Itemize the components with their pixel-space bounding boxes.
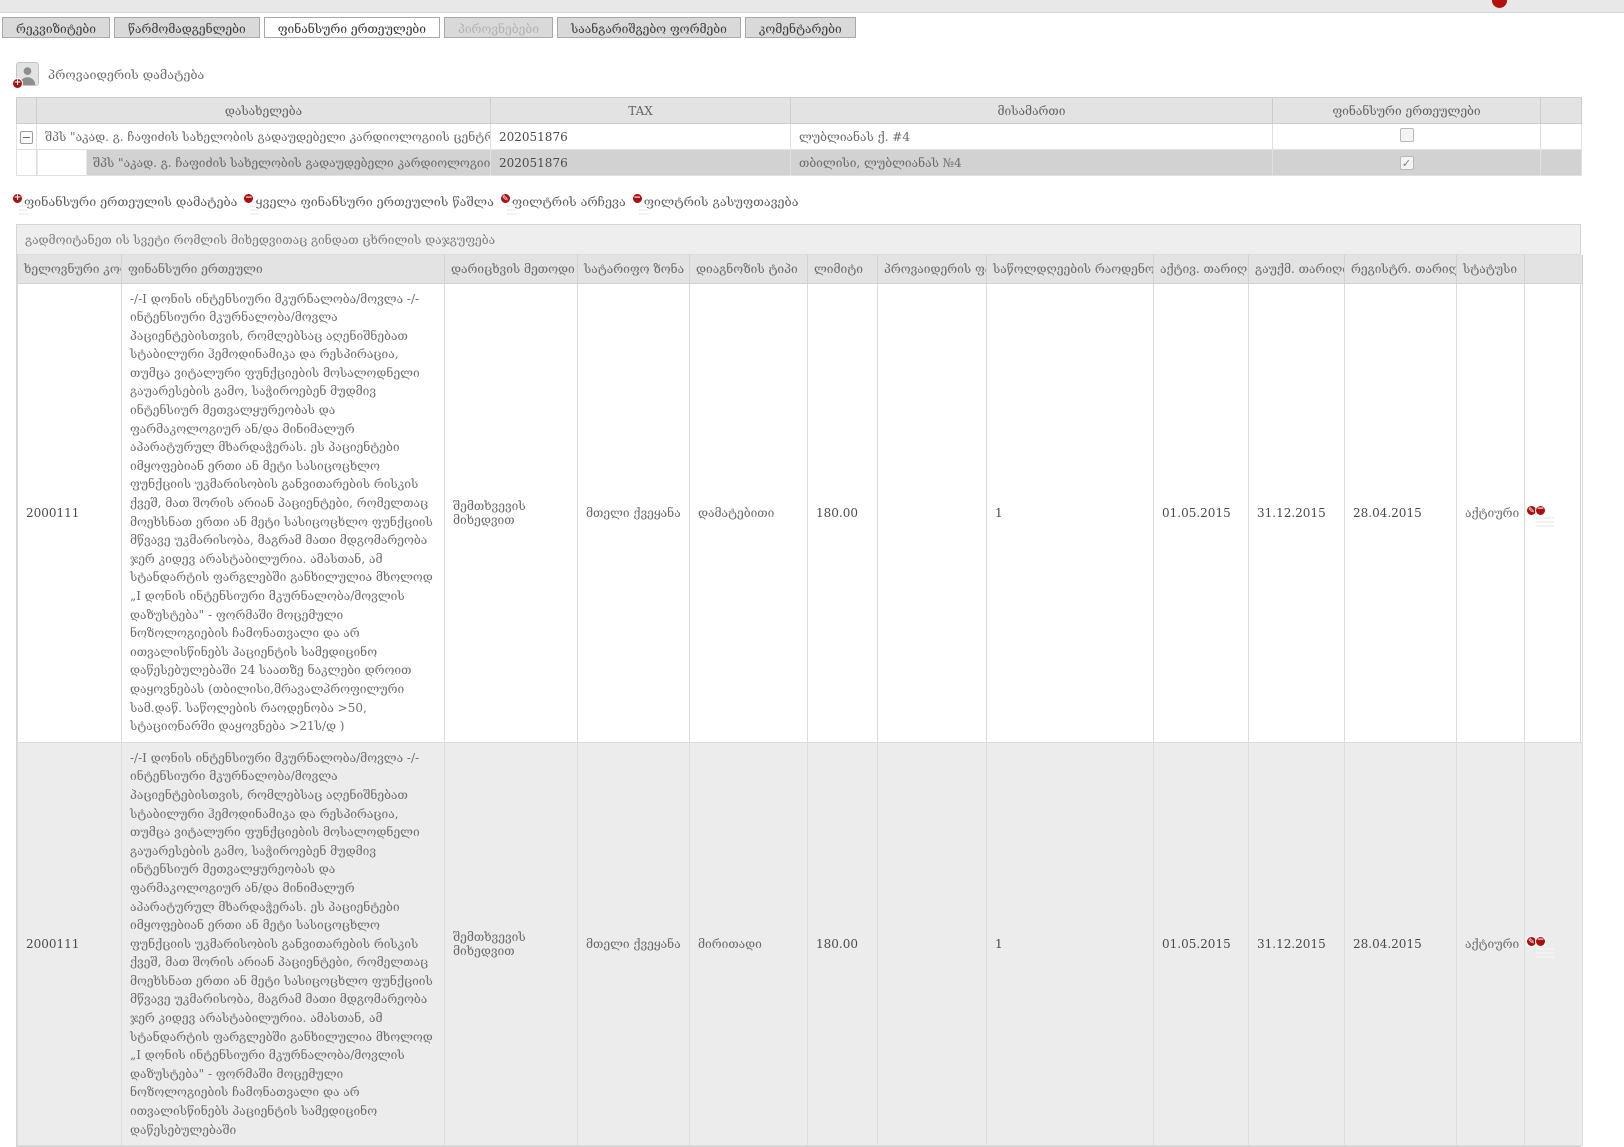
add-provider-button[interactable]: პროვაიდერის დამატება (16, 61, 204, 87)
provider-name: შპს "აკად. გ. ჩაფიძის სახელობის გადაუდებ… (37, 124, 491, 150)
col-financial-unit[interactable]: ფინანსური ერთეული (122, 255, 445, 283)
row-spacer (1541, 150, 1582, 176)
col-name: დასახელება (37, 98, 491, 124)
tab-comments[interactable]: კომენტარები (745, 17, 856, 38)
col-tax: TAX (491, 98, 791, 124)
group-by-hint: გადმოიტანეთ ის სვეტი რომლის მიხედვითაც გ… (17, 225, 1580, 255)
col-address: მისამართი (791, 98, 1273, 124)
col-artificial-code[interactable]: ხელოვნური კოდი (18, 255, 122, 283)
provider-branch-row[interactable]: შპს "აკად. გ. ჩაფიძის სახელობის გადაუდებ… (17, 150, 1582, 176)
provider-tax: 202051876 (491, 124, 791, 150)
col-registration-date[interactable]: რეგისტრ. თარიღი (1345, 255, 1457, 283)
col-limit[interactable]: ლიმიტი (808, 255, 878, 283)
col-diagnosis-type[interactable]: დიაგნოზის ტიპი (690, 255, 808, 283)
financial-unit-row: 2000111 -/-I დონის ინტენსიური მკურნალობა… (18, 742, 1583, 1145)
unit-activation-date: 01.05.2015 (1154, 283, 1249, 742)
financial-units-section: გადმოიტანეთ ის სვეტი რომლის მიხედვითაც გ… (16, 224, 1581, 1147)
unit-bed-days: 1 (987, 283, 1154, 742)
col-provider-price[interactable]: პროვაიდერის ფასი (878, 255, 987, 283)
financial-units-table: ხელოვნური კოდი ფინანსური ერთეული დარიცხვ… (17, 255, 1583, 1146)
provider-address: ლუბლიანას ქ. #4 (791, 124, 1273, 150)
tab-bar: რეკვიზიტები წარმომადგენლები ფინანსური ერ… (0, 13, 1624, 38)
add-financial-unit-button[interactable]: ფინანსური ერთეულის დამატება (16, 194, 237, 209)
unit-method: შემთხვევის მიხედვით (445, 742, 578, 1145)
unit-description: -/-I დონის ინტენსიური მკურნალობა/მოვლა -… (122, 283, 445, 742)
expand-column-header (17, 98, 37, 124)
person-add-icon (16, 62, 39, 86)
unit-description: -/-I დონის ინტენსიური მკურნალობა/მოვლა -… (122, 742, 445, 1145)
col-actions (1525, 255, 1583, 283)
tab-requisites[interactable]: რეკვიზიტები (2, 17, 110, 38)
col-status[interactable]: სტატუსი (1457, 255, 1525, 283)
clear-filter-button[interactable]: ფილტრის გასუფთავება (636, 194, 799, 209)
top-strip (0, 0, 1624, 13)
add-provider-label: პროვაიდერის დამატება (48, 67, 204, 82)
unit-status: აქტიური (1457, 283, 1525, 742)
provider-table-header-row: დასახელება TAX მისამართი ფინანსური ერთეუ… (17, 98, 1582, 124)
unit-cancel-date: 31.12.2015 (1249, 283, 1345, 742)
col-spacer (1541, 98, 1582, 124)
unit-method: შემთხვევის მიხედვით (445, 283, 578, 742)
delete-all-financial-units-button[interactable]: ყველა ფინანსური ერთეულის წაშლა (247, 194, 494, 209)
collapse-icon[interactable]: − (20, 131, 33, 144)
unit-limit: 180.00 (808, 283, 878, 742)
tab-representatives[interactable]: წარმომადგენლები (114, 17, 260, 38)
unit-status: აქტიური (1457, 742, 1525, 1145)
tab-report-forms[interactable]: საანგარიშგებო ფორმები (557, 17, 741, 38)
add-financial-unit-label: ფინანსური ერთეულის დამატება (24, 194, 237, 209)
col-bed-days[interactable]: საწოლდღეების რაოდენობა (987, 255, 1154, 283)
unit-registration-date: 28.04.2015 (1345, 283, 1457, 742)
unit-registration-date: 28.04.2015 (1345, 742, 1457, 1145)
unit-zone: მთელი ქვეყანა (578, 742, 690, 1145)
clear-filter-label: ფილტრის გასუფთავება (644, 194, 799, 209)
branch-name: შპს "აკად. გ. ჩაფიძის სახელობის გადაუდებ… (37, 150, 491, 176)
unit-code: 2000111 (18, 283, 122, 742)
col-tariff-zone[interactable]: სატარიფო ზონა (578, 255, 690, 283)
financial-units-checkbox[interactable] (1400, 128, 1414, 142)
row-spacer (1541, 124, 1582, 150)
col-accrual-method[interactable]: დარიცხვის მეთოდი (445, 255, 578, 283)
expand-cell (17, 150, 37, 176)
provider-row[interactable]: − შპს "აკად. გ. ჩაფიძის სახელობის გადაუდ… (17, 124, 1582, 150)
notification-icon[interactable] (1492, 0, 1507, 8)
unit-bed-days: 1 (987, 742, 1154, 1145)
delete-all-financial-units-label: ყველა ფინანსური ერთეულის წაშლა (255, 194, 494, 209)
financial-unit-row: 2000111 -/-I დონის ინტენსიური მკურნალობა… (18, 283, 1583, 742)
unit-zone: მთელი ქვეყანა (578, 283, 690, 742)
unit-activation-date: 01.05.2015 (1154, 742, 1249, 1145)
unit-provider-price (878, 283, 987, 742)
unit-cancel-date: 31.12.2015 (1249, 742, 1345, 1145)
choose-filter-label: ფილტრის არჩევა (512, 194, 626, 209)
financial-units-toolbar: ფინანსური ერთეულის დამატება ყველა ფინანს… (16, 190, 1624, 212)
unit-code: 2000111 (18, 742, 122, 1145)
tab-persons: პიროვნებები (444, 17, 553, 38)
branch-address: თბილისი, ლუბლიანას №4 (791, 150, 1273, 176)
unit-limit: 180.00 (808, 742, 878, 1145)
unit-provider-price (878, 742, 987, 1145)
financial-units-checkbox[interactable]: ✓ (1400, 156, 1414, 170)
branch-tax: 202051876 (491, 150, 791, 176)
tab-financial-units[interactable]: ფინანსური ერთეულები (264, 17, 440, 38)
provider-table: დასახელება TAX მისამართი ფინანსური ერთეუ… (16, 97, 1582, 176)
unit-diagnosis-type: მირითადი (690, 742, 808, 1145)
financial-units-header-row: ხელოვნური კოდი ფინანსური ერთეული დარიცხვ… (18, 255, 1583, 283)
unit-diagnosis-type: დამატებითი (690, 283, 808, 742)
choose-filter-button[interactable]: ფილტრის არჩევა (504, 194, 626, 209)
col-activation-date[interactable]: აქტივ. თარიღი (1154, 255, 1249, 283)
col-cancel-date[interactable]: გაუქმ. თარიღი (1249, 255, 1345, 283)
col-financial-units: ფინანსური ერთეულები (1273, 98, 1541, 124)
